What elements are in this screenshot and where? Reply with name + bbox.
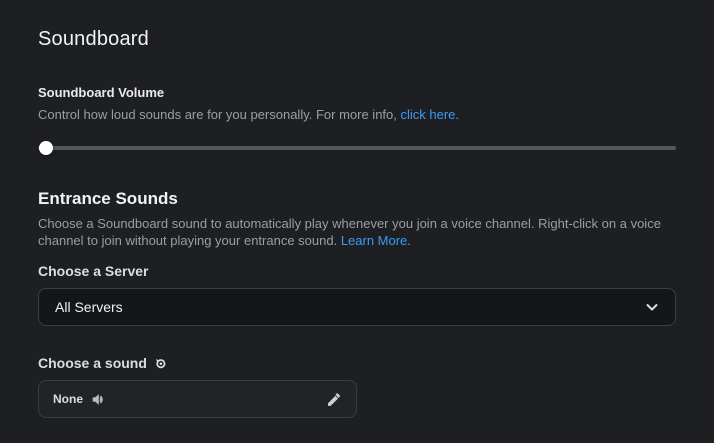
volume-description-period: . [455, 107, 459, 122]
volume-slider[interactable] [38, 141, 676, 155]
volume-description-text: Control how loud sounds are for you pers… [38, 107, 401, 122]
entrance-sounds-description: Choose a Soundboard sound to automatical… [38, 215, 670, 249]
entrance-sounds-title: Entrance Sounds [38, 189, 676, 209]
eye-icon[interactable] [153, 356, 168, 371]
server-select-value: All Servers [55, 299, 123, 315]
entrance-sounds-section: Entrance Sounds Choose a Soundboard soun… [38, 189, 676, 418]
edit-sound-button[interactable] [323, 389, 344, 410]
server-select-dropdown[interactable]: All Servers [38, 288, 676, 326]
learn-more-link[interactable]: Learn More [341, 233, 407, 248]
pencil-icon [325, 391, 342, 408]
choose-server-label: Choose a Server [38, 263, 676, 279]
speaker-icon [90, 391, 107, 408]
soundboard-settings-panel: Soundboard Soundboard Volume Control how… [0, 0, 714, 418]
volume-section: Soundboard Volume Control how loud sound… [38, 85, 676, 155]
page-title: Soundboard [38, 28, 676, 51]
sound-preview-button[interactable]: None [53, 391, 323, 408]
choose-sound-label: Choose a sound [38, 355, 676, 371]
entrance-description-period: . [407, 233, 411, 248]
volume-slider-thumb[interactable] [39, 141, 53, 155]
choose-sound-label-text: Choose a sound [38, 355, 147, 371]
volume-label: Soundboard Volume [38, 85, 676, 100]
click-here-link[interactable]: click here [401, 107, 456, 122]
sound-picker: None [38, 380, 357, 418]
chevron-down-icon [643, 298, 661, 316]
volume-description: Control how loud sounds are for you pers… [38, 106, 676, 123]
choose-server-label-text: Choose a Server [38, 263, 149, 279]
volume-slider-track[interactable] [38, 146, 676, 150]
sound-value: None [53, 392, 83, 406]
